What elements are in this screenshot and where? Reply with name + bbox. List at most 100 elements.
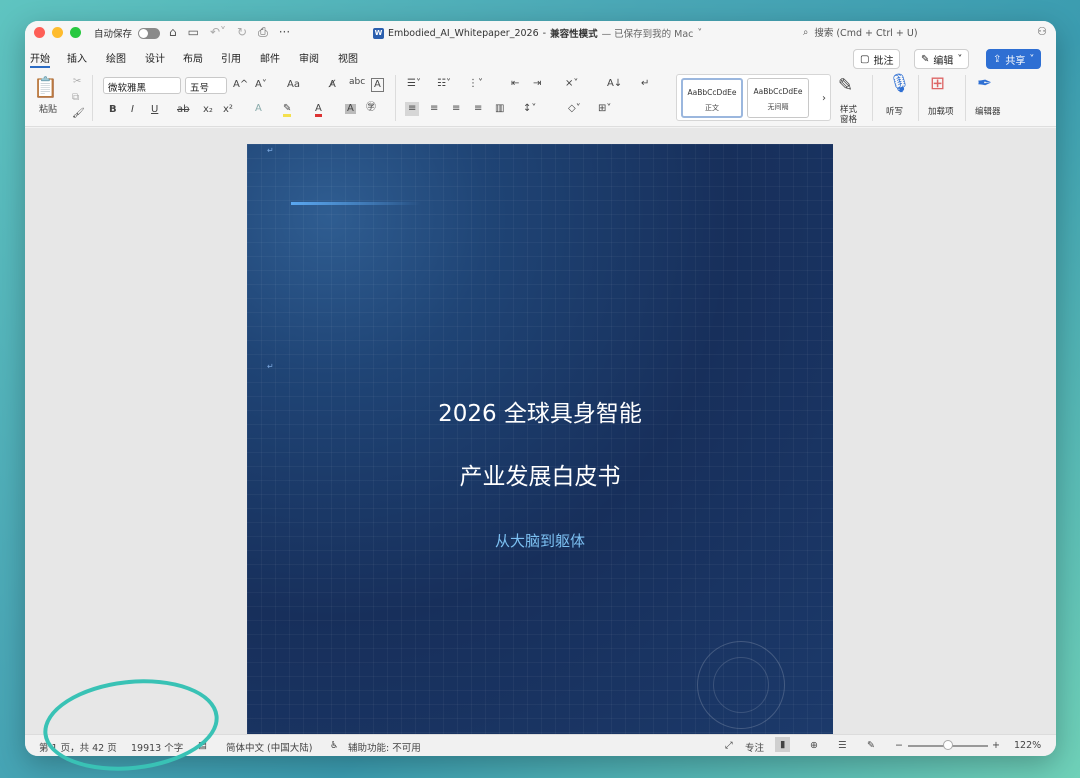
distributed-button[interactable]: ▥ <box>495 104 504 114</box>
font-name-select[interactable]: 微软雅黑 <box>103 77 181 94</box>
save-icon[interactable]: ▭ <box>188 25 199 40</box>
underline-button[interactable]: U <box>151 105 158 115</box>
ribbon-tabs: 开始 插入 绘图 设计 布局 引用 邮件 审阅 视图 ▢ 批注 ✎ 编辑 ˅ ⇪ 共享 ˅ <box>25 45 1056 69</box>
editing-button[interactable]: ✎ 编辑 ˅ <box>914 49 970 69</box>
comments-label: 批注 <box>873 55 894 67</box>
format-painter-icon[interactable]: 🖌 <box>72 109 85 119</box>
compat-mode: 兼容性模式 <box>550 29 598 40</box>
highlight-icon[interactable]: ✎ <box>283 104 292 117</box>
increase-indent-icon[interactable]: ⇥ <box>533 79 541 89</box>
align-right-button[interactable]: ≡ <box>452 104 460 114</box>
home-icon[interactable]: ⌂ <box>169 25 177 40</box>
bold-button[interactable]: B <box>109 105 117 115</box>
search-icon: ⌕ <box>803 26 809 38</box>
shrink-font-icon[interactable]: A˅ <box>255 80 267 90</box>
word-doc-icon: W <box>373 27 384 39</box>
superscript-button[interactable]: x² <box>223 105 233 115</box>
tab-mailings[interactable]: 邮件 <box>260 50 280 65</box>
addins-icon[interactable]: ⊞ <box>930 75 945 93</box>
document-canvas[interactable]: ↵ ↵ 2026 全球具身智能 产业发展白皮书 从大脑到躯体 <box>25 128 1056 744</box>
zoom-out-icon[interactable]: − <box>895 740 903 751</box>
char-border-icon[interactable]: A <box>371 78 384 92</box>
doc-sep: - <box>542 27 547 39</box>
grow-font-icon[interactable]: A^ <box>233 80 248 90</box>
styles-pane-label2: 窗格 <box>840 115 858 125</box>
print-layout-icon[interactable]: ▮ <box>775 737 791 752</box>
accessibility-icon[interactable]: ♿ <box>330 740 339 751</box>
accessibility-status[interactable]: 辅助功能: 不可用 <box>348 740 421 754</box>
title-bar: 自动保存 ⌂ ▭ ↶˅ ↻ ⎙ ··· W Embodied_AI_Whitep… <box>25 21 1056 45</box>
font-color-icon[interactable]: A <box>315 104 322 117</box>
document-title: W Embodied_AI_Whitepaper_2026 - 兼容性模式 — … <box>373 26 702 40</box>
show-marks-icon[interactable]: ↵ <box>641 79 649 89</box>
styles-pane-icon[interactable]: ✎ <box>838 77 853 95</box>
numbering-icon[interactable]: ☷˅ <box>437 79 451 89</box>
clipboard-icon[interactable]: 📋 <box>33 77 58 97</box>
minimize-button[interactable] <box>52 27 63 38</box>
share-button[interactable]: ⇪ 共享 ˅ <box>986 49 1042 69</box>
language[interactable]: 简体中文 (中国大陆) <box>226 740 312 754</box>
strikethrough-button[interactable]: ab <box>177 105 189 115</box>
char-shading-icon[interactable]: A <box>345 104 356 114</box>
search-box[interactable]: ⌕ 搜索 (Cmd + Ctrl + U) <box>803 25 918 40</box>
style-name: 正文 <box>705 104 719 112</box>
autosave: 自动保存 <box>94 26 161 40</box>
tab-references[interactable]: 引用 <box>221 50 241 65</box>
tab-design[interactable]: 设计 <box>145 50 165 65</box>
dictate-label: 听写 <box>886 107 904 117</box>
italic-button[interactable]: I <box>131 105 134 115</box>
font-size-select[interactable]: 五号 <box>185 77 227 94</box>
redo-icon[interactable]: ↻ <box>237 25 247 40</box>
enclose-char-icon[interactable]: ㊫ <box>366 103 376 113</box>
zoom-slider-handle[interactable] <box>943 740 953 750</box>
tab-insert[interactable]: 插入 <box>67 50 87 65</box>
bullets-icon[interactable]: ☰˅ <box>407 79 421 89</box>
outline-icon[interactable]: ☰ <box>838 740 847 751</box>
align-center-button[interactable]: ≡ <box>430 104 438 114</box>
borders-icon[interactable]: ⊞˅ <box>598 104 611 114</box>
multilevel-list-icon[interactable]: ⋮˅ <box>468 79 483 89</box>
style-no-spacing[interactable]: AaBbCcDdEe 无间隔 <box>747 78 809 118</box>
close-button[interactable] <box>34 27 45 38</box>
justify-button[interactable]: ≡ <box>474 104 482 114</box>
tab-home[interactable]: 开始 <box>30 50 50 68</box>
tab-view[interactable]: 视图 <box>338 50 358 65</box>
tab-review[interactable]: 审阅 <box>299 50 319 65</box>
focus-label[interactable]: 专注 <box>745 740 764 754</box>
shading-icon[interactable]: ◇˅ <box>568 104 581 114</box>
chevron-right-icon[interactable]: › <box>822 94 826 104</box>
zoom-button[interactable] <box>70 27 81 38</box>
zoom-in-icon[interactable]: + <box>992 740 1000 751</box>
comments-button[interactable]: ▢ 批注 <box>853 49 901 69</box>
clear-format-icon[interactable]: A̸ <box>329 80 336 90</box>
chevron-down-icon[interactable]: ˅ <box>697 28 702 39</box>
align-left-button[interactable]: ≡ <box>405 102 420 116</box>
style-normal[interactable]: AaBbCcDdEe 正文 <box>681 78 743 118</box>
chinese-layout-icon[interactable]: ⨯˅ <box>565 79 578 89</box>
cut-icon[interactable]: ✂ <box>73 77 81 87</box>
account-icon[interactable]: ⚇ <box>1037 25 1047 38</box>
cover-title-line1: 2026 全球具身智能 <box>438 401 642 427</box>
undo-icon[interactable]: ↶˅ <box>210 25 226 40</box>
cover-page[interactable]: ↵ ↵ 2026 全球具身智能 产业发展白皮书 从大脑到躯体 <box>247 144 833 744</box>
microphone-icon[interactable]: 🎙 <box>888 75 911 93</box>
phonetic-icon[interactable]: abc <box>349 78 365 87</box>
web-layout-icon[interactable]: ⊕ <box>810 740 818 751</box>
tab-draw[interactable]: 绘图 <box>106 50 126 65</box>
line-spacing-icon[interactable]: ↕˅ <box>523 104 536 114</box>
draft-icon[interactable]: ✎ <box>867 740 875 751</box>
copy-icon[interactable]: ⧉ <box>72 93 79 103</box>
change-case-icon[interactable]: Aa <box>287 80 300 90</box>
print-icon[interactable]: ⎙ <box>258 25 268 40</box>
text-effects-icon[interactable]: A <box>255 104 262 114</box>
chevron-down-icon: ˅ <box>957 53 963 65</box>
editor-icon[interactable]: ✒ <box>977 75 992 93</box>
subscript-button[interactable]: x₂ <box>203 105 213 115</box>
tab-layout[interactable]: 布局 <box>183 50 203 65</box>
decrease-indent-icon[interactable]: ⇤ <box>511 79 519 89</box>
more-icon[interactable]: ··· <box>279 25 290 40</box>
zoom-level[interactable]: 122% <box>1014 740 1041 751</box>
autosave-toggle[interactable] <box>138 27 161 39</box>
sort-icon[interactable]: A↓ <box>607 79 622 89</box>
focus-icon[interactable]: ⤢ <box>725 740 733 751</box>
